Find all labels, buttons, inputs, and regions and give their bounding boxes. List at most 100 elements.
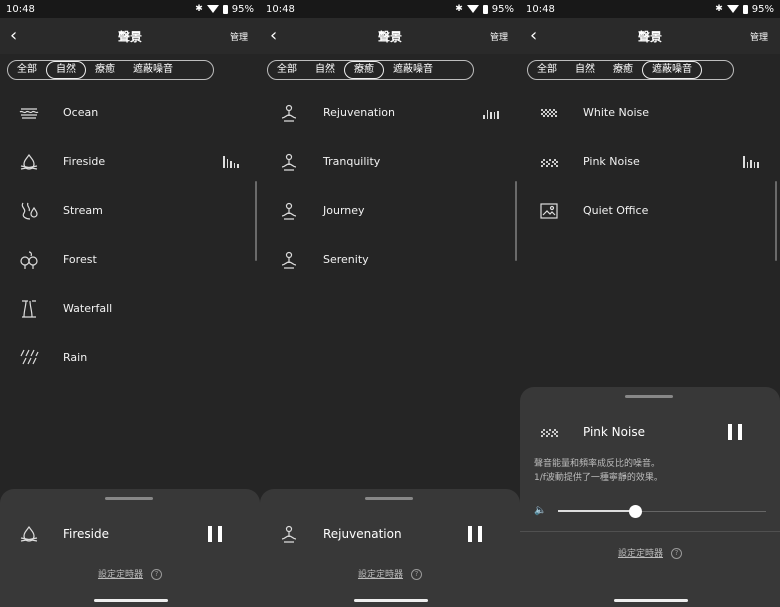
home-indicator[interactable] [94,599,168,602]
white-noise-icon [541,108,557,117]
list-item-waterfall[interactable]: Waterfall [0,284,260,333]
now-playing-label: Rejuvenation [323,527,402,541]
scrollbar[interactable] [255,181,257,261]
tab-noise-masking[interactable]: 遮蔽噪音 [384,61,442,79]
home-indicator[interactable] [354,599,428,602]
now-playing-label: Fireside [63,527,110,541]
list-item-pink-noise[interactable]: Pink Noise [520,137,780,186]
pause-button[interactable] [208,526,222,542]
battery-level: 95% [231,3,254,15]
pink-noise-icon [541,429,558,437]
page-title: 聲景 [117,29,142,44]
tab-all[interactable]: 全部 [8,61,46,79]
now-playing-row[interactable]: Rejuvenation [260,519,520,549]
sheet-handle[interactable] [105,497,153,500]
description-line: 聲音能量和頻率成反比的噪音。 [534,459,661,469]
wifi-icon [726,5,739,13]
set-timer-link[interactable]: 設定定時器 [98,570,143,580]
now-playing-row[interactable]: Pink Noise [520,417,780,447]
help-icon[interactable]: ? [411,569,422,580]
list-item-journey[interactable]: Journey [260,186,520,235]
list-item-quiet-office[interactable]: Quiet Office [520,186,780,235]
home-indicator[interactable] [614,599,688,602]
tab-healing[interactable]: 療癒 [604,61,642,79]
list-item-rejuvenation[interactable]: Rejuvenation [260,88,520,137]
back-icon[interactable]: ‹ [10,26,24,46]
list-item-rain[interactable]: Rain [0,333,260,382]
tab-healing[interactable]: 療癒 [344,61,384,79]
volume-icon[interactable]: 🔈 [534,505,546,516]
fireside-icon [20,526,38,542]
list-item-label: Fireside [63,155,106,168]
list-item-label: Rain [63,351,88,364]
sound-list: White Noise Pink Noise Quiet Office [520,88,780,235]
manage-button[interactable]: 管理 [490,30,508,43]
tab-nature[interactable]: 自然 [566,61,604,79]
sheet-handle[interactable] [365,497,413,500]
rain-icon [20,349,39,364]
app-bar: ‹ 聲景 管理 [260,18,520,54]
list-item-label: Stream [63,204,103,217]
list-item-stream[interactable]: Stream [0,186,260,235]
sheet-handle[interactable] [625,395,673,398]
fireside-icon [20,153,38,170]
set-timer-link[interactable]: 設定定時器 [358,570,403,580]
tab-nature[interactable]: 自然 [46,61,86,79]
tab-all[interactable]: 全部 [268,61,306,79]
now-playing-icon [483,107,499,119]
list-item-fireside[interactable]: Fireside [0,137,260,186]
list-item-ocean[interactable]: Ocean [0,88,260,137]
volume-slider[interactable] [558,505,766,518]
volume-thumb[interactable] [629,505,642,518]
back-icon[interactable]: ‹ [270,26,284,46]
ocean-icon [19,107,39,119]
battery-icon [482,4,488,14]
pause-button[interactable] [468,526,482,542]
bluetooth-icon: ✱ [715,4,723,14]
list-item-forest[interactable]: Forest [0,235,260,284]
manage-button[interactable]: 管理 [230,30,248,43]
tab-healing[interactable]: 療癒 [86,61,124,79]
list-item-label: Ocean [63,106,99,119]
list-item-tranquility[interactable]: Tranquility [260,137,520,186]
now-playing-sheet-expanded: Pink Noise 聲音能量和頻率成反比的噪音。 1/f波動提供了一種寧靜的效… [520,387,780,607]
battery-level: 95% [751,3,774,15]
sound-description: 聲音能量和頻率成反比的噪音。 1/f波動提供了一種寧靜的效果。 [534,457,663,485]
screen-healing: 10:48 ✱ 95% ‹ 聲景 管理 全部 自然 療癒 遮蔽噪音 Rejuve… [260,0,520,607]
sound-list: Rejuvenation Tranquility Journey Serenit… [260,88,520,284]
scrollbar[interactable] [515,181,517,261]
page-title: 聲景 [377,29,402,44]
meditation-icon [281,104,297,122]
list-item-serenity[interactable]: Serenity [260,235,520,284]
manage-button[interactable]: 管理 [750,30,768,43]
sound-list: Ocean Fireside Stream Forest Waterfall R… [0,88,260,382]
help-icon[interactable]: ? [671,548,682,559]
battery-icon [222,4,228,14]
tab-all[interactable]: 全部 [528,61,566,79]
divider [520,531,780,532]
meditation-icon [281,153,297,171]
volume-control: 🔈 [534,505,766,519]
tab-nature[interactable]: 自然 [306,61,344,79]
list-item-label: Journey [323,204,365,217]
battery-icon [742,4,748,14]
set-timer-link[interactable]: 設定定時器 [618,549,663,559]
status-bar: 10:48 ✱ 95% [520,0,780,18]
category-tabs: 全部 自然 療癒 遮蔽噪音 [7,60,214,80]
now-playing-icon [223,155,239,168]
forest-icon [20,250,38,269]
tab-noise-masking[interactable]: 遮蔽噪音 [642,61,702,79]
scrollbar[interactable] [775,181,777,261]
set-timer: 設定定時器? [520,546,780,559]
tab-noise-masking[interactable]: 遮蔽噪音 [124,61,182,79]
set-timer: 設定定時器? [0,567,260,580]
status-time: 10:48 [266,3,295,15]
help-icon[interactable]: ? [151,569,162,580]
list-item-label: Quiet Office [583,204,649,217]
screen-nature: 10:48 ✱ 95% ‹ 聲景 管理 全部 自然 療癒 遮蔽噪音 Ocean [0,0,260,607]
back-icon[interactable]: ‹ [530,26,544,46]
now-playing-row[interactable]: Fireside [0,519,260,549]
list-item-label: Pink Noise [583,155,640,168]
list-item-white-noise[interactable]: White Noise [520,88,780,137]
pause-button[interactable] [728,424,742,440]
